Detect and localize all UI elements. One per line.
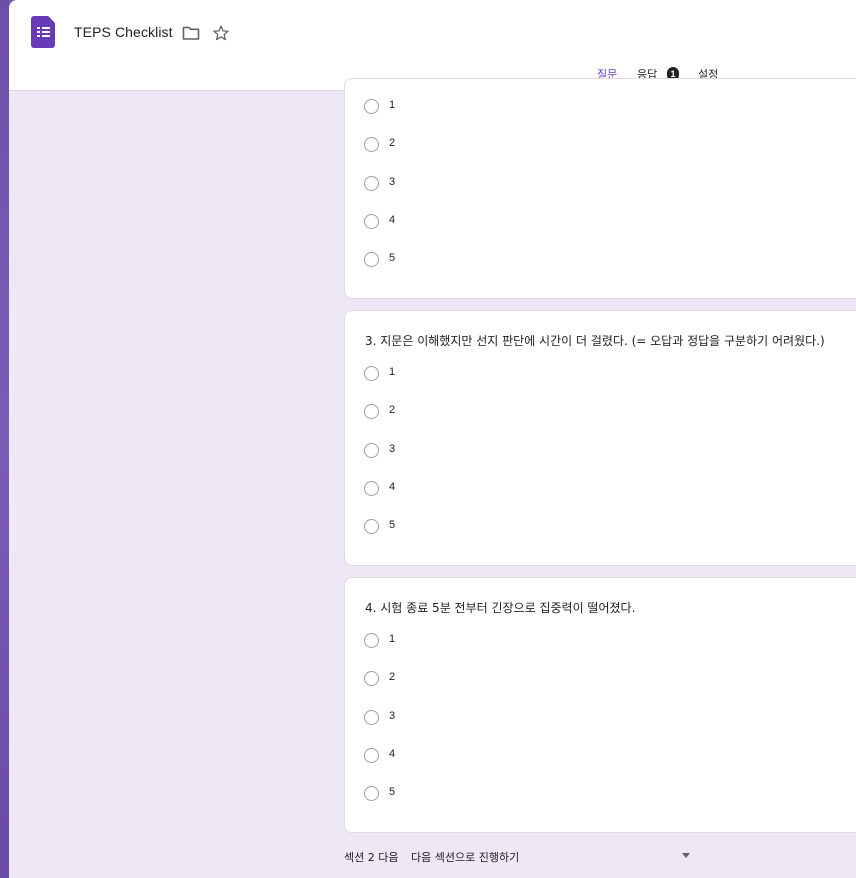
option-1[interactable]: 1 bbox=[364, 364, 564, 382]
radio-button[interactable] bbox=[364, 633, 379, 648]
radio-button[interactable] bbox=[364, 137, 379, 152]
option-label: 5 bbox=[389, 252, 396, 264]
option-label: 3 bbox=[389, 176, 396, 188]
option-label: 1 bbox=[389, 366, 396, 378]
section-navigation-select[interactable]: 다음 섹션으로 진행하기 bbox=[411, 849, 519, 865]
option-label: 2 bbox=[389, 404, 396, 416]
option-4[interactable]: 4 bbox=[364, 746, 564, 764]
question-card[interactable]: 1 2 3 4 5 bbox=[344, 78, 856, 299]
option-label: 5 bbox=[389, 519, 396, 531]
option-1[interactable]: 1 bbox=[364, 97, 564, 115]
star-icon[interactable] bbox=[212, 24, 230, 42]
option-5[interactable]: 5 bbox=[364, 784, 564, 802]
radio-button[interactable] bbox=[364, 671, 379, 686]
radio-button[interactable] bbox=[364, 176, 379, 191]
option-label: 4 bbox=[389, 748, 396, 760]
desktop-background-strip bbox=[0, 0, 9, 878]
after-section-label: 섹션 2 다음 bbox=[344, 851, 399, 864]
option-label: 5 bbox=[389, 786, 396, 798]
option-2[interactable]: 2 bbox=[364, 135, 564, 153]
radio-button[interactable] bbox=[364, 366, 379, 381]
option-4[interactable]: 4 bbox=[364, 212, 564, 230]
option-label: 3 bbox=[389, 443, 396, 455]
option-label: 4 bbox=[389, 481, 396, 493]
option-label: 2 bbox=[389, 671, 396, 683]
radio-button[interactable] bbox=[364, 710, 379, 725]
radio-button[interactable] bbox=[364, 404, 379, 419]
option-5[interactable]: 5 bbox=[364, 517, 564, 535]
radio-button[interactable] bbox=[364, 481, 379, 496]
forms-editor-window: TEPS Checklist 질문 응답 1 설정 1 2 3 4 5 3. 지… bbox=[9, 0, 856, 878]
option-5[interactable]: 5 bbox=[364, 250, 564, 268]
radio-button[interactable] bbox=[364, 519, 379, 534]
option-3[interactable]: 3 bbox=[364, 174, 564, 192]
radio-button[interactable] bbox=[364, 214, 379, 229]
option-label: 2 bbox=[389, 137, 396, 149]
option-label: 1 bbox=[389, 633, 396, 645]
dropdown-arrow-icon[interactable] bbox=[682, 853, 690, 858]
option-label: 1 bbox=[389, 99, 396, 111]
question-card[interactable]: 4. 시험 종료 5분 전부터 긴장으로 집중력이 떨어졌다. 1 2 3 4 … bbox=[344, 577, 856, 833]
google-forms-icon[interactable] bbox=[31, 16, 55, 48]
option-label: 3 bbox=[389, 710, 396, 722]
radio-button[interactable] bbox=[364, 443, 379, 458]
question-title[interactable]: 3. 지문은 이해했지만 선지 판단에 시간이 더 걸렸다. (= 오답과 정답… bbox=[365, 332, 825, 349]
option-4[interactable]: 4 bbox=[364, 479, 564, 497]
radio-button[interactable] bbox=[364, 99, 379, 114]
folder-icon[interactable] bbox=[182, 25, 200, 41]
radio-button[interactable] bbox=[364, 748, 379, 763]
question-card[interactable]: 3. 지문은 이해했지만 선지 판단에 시간이 더 걸렸다. (= 오답과 정답… bbox=[344, 310, 856, 566]
radio-button[interactable] bbox=[364, 252, 379, 267]
document-title[interactable]: TEPS Checklist bbox=[74, 24, 173, 40]
option-label: 4 bbox=[389, 214, 396, 226]
option-2[interactable]: 2 bbox=[364, 402, 564, 420]
radio-button[interactable] bbox=[364, 786, 379, 801]
question-title[interactable]: 4. 시험 종료 5분 전부터 긴장으로 집중력이 떨어졌다. bbox=[365, 599, 635, 616]
option-1[interactable]: 1 bbox=[364, 631, 564, 649]
option-3[interactable]: 3 bbox=[364, 708, 564, 726]
option-2[interactable]: 2 bbox=[364, 669, 564, 687]
option-3[interactable]: 3 bbox=[364, 441, 564, 459]
